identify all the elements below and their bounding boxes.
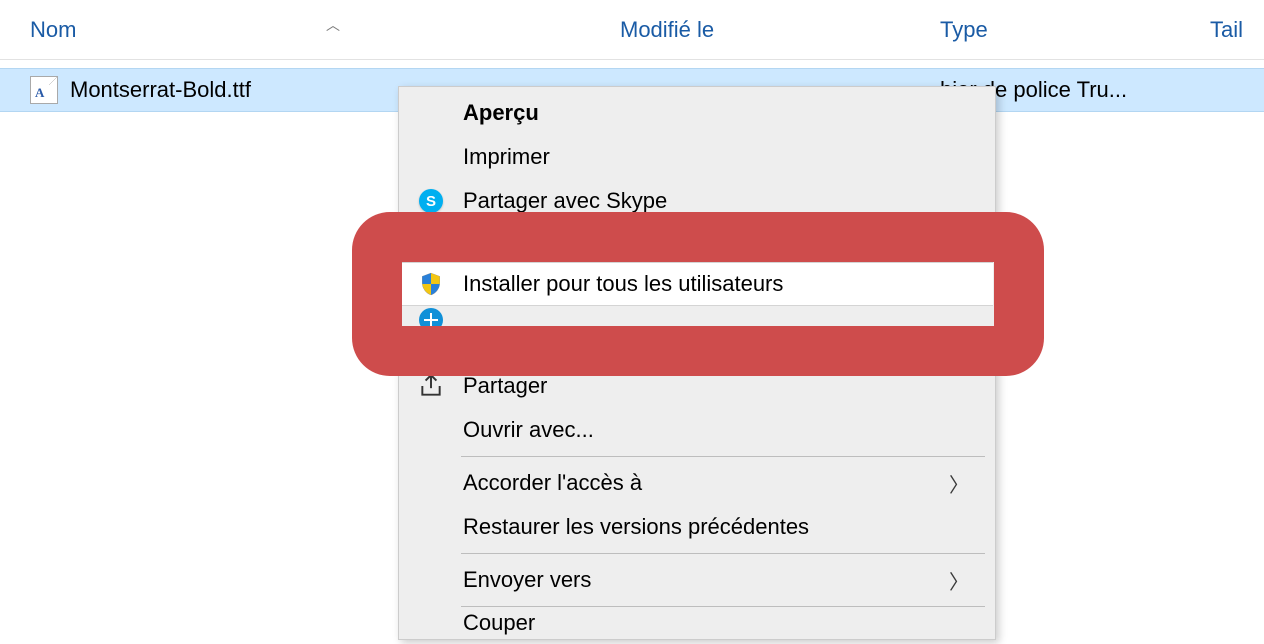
menu-separator bbox=[461, 456, 985, 457]
menu-item-open-with[interactable]: Ouvrir avec... bbox=[401, 408, 993, 452]
menu-label-restore-versions: Restaurer les versions précédentes bbox=[463, 514, 993, 540]
column-header-row: Nom ︿ Modifié le Type Tail bbox=[0, 0, 1264, 60]
column-header-size[interactable]: Tail bbox=[1210, 17, 1264, 43]
share-icon bbox=[417, 372, 445, 400]
menu-icon-empty bbox=[417, 469, 445, 497]
menu-item-share-skype[interactable]: S Partager avec Skype bbox=[401, 179, 993, 223]
menu-icon-empty bbox=[417, 611, 445, 635]
column-header-type[interactable]: Type bbox=[940, 17, 1210, 43]
menu-separator bbox=[461, 227, 985, 228]
menu-label-install-all: Installer pour tous les utilisateurs bbox=[463, 271, 993, 297]
column-size-label: Tail bbox=[1210, 17, 1243, 42]
chevron-right-icon: 〉 bbox=[949, 469, 969, 498]
menu-item-grant-access[interactable]: Accorder l'accès à 〉 bbox=[401, 461, 993, 505]
menu-icon-empty bbox=[417, 513, 445, 541]
skype-icon: S bbox=[417, 187, 445, 215]
menu-item-preview[interactable]: Aperçu bbox=[401, 91, 993, 135]
chevron-right-icon: 〉 bbox=[949, 566, 969, 595]
column-header-name[interactable]: Nom ︿ bbox=[30, 17, 620, 43]
menu-item-install-all-users[interactable]: Installer pour tous les utilisateurs bbox=[401, 262, 993, 306]
menu-label-preview: Aperçu bbox=[463, 100, 993, 126]
menu-item-send-to[interactable]: Envoyer vers 〉 bbox=[401, 558, 993, 602]
file-name: Montserrat-Bold.ttf bbox=[70, 77, 251, 103]
column-header-modified[interactable]: Modifié le bbox=[620, 17, 940, 43]
menu-icon-empty bbox=[417, 99, 445, 127]
context-menu: Aperçu Imprimer S Partager avec Skype In… bbox=[398, 86, 996, 640]
uac-shield-icon bbox=[417, 270, 445, 298]
sort-indicator-icon: ︿ bbox=[326, 15, 340, 35]
font-file-icon: A bbox=[30, 76, 58, 104]
menu-item-partial[interactable] bbox=[401, 306, 993, 334]
menu-item-cut[interactable]: Couper bbox=[401, 611, 993, 635]
menu-label-grant-access: Accorder l'accès à bbox=[463, 470, 931, 496]
menu-icon-empty bbox=[417, 416, 445, 444]
menu-label-send-to: Envoyer vers bbox=[463, 567, 931, 593]
menu-separator bbox=[461, 553, 985, 554]
menu-item-restore-versions[interactable]: Restaurer les versions précédentes bbox=[401, 505, 993, 549]
menu-label-cut: Couper bbox=[463, 611, 993, 635]
menu-icon-empty bbox=[417, 566, 445, 594]
font-icon-letter: A bbox=[35, 85, 44, 101]
menu-label-print: Imprimer bbox=[463, 144, 993, 170]
menu-separator bbox=[461, 606, 985, 607]
column-name-label: Nom bbox=[30, 17, 76, 42]
menu-item-share[interactable]: Partager bbox=[401, 364, 993, 408]
menu-label-share-skype: Partager avec Skype bbox=[463, 188, 993, 214]
menu-label-open-with: Ouvrir avec... bbox=[463, 417, 993, 443]
column-modified-label: Modifié le bbox=[620, 17, 714, 42]
menu-icon-empty bbox=[417, 143, 445, 171]
menu-label-share: Partager bbox=[463, 373, 993, 399]
generic-app-icon bbox=[417, 306, 445, 334]
column-type-label: Type bbox=[940, 17, 988, 42]
menu-item-print[interactable]: Imprimer bbox=[401, 135, 993, 179]
